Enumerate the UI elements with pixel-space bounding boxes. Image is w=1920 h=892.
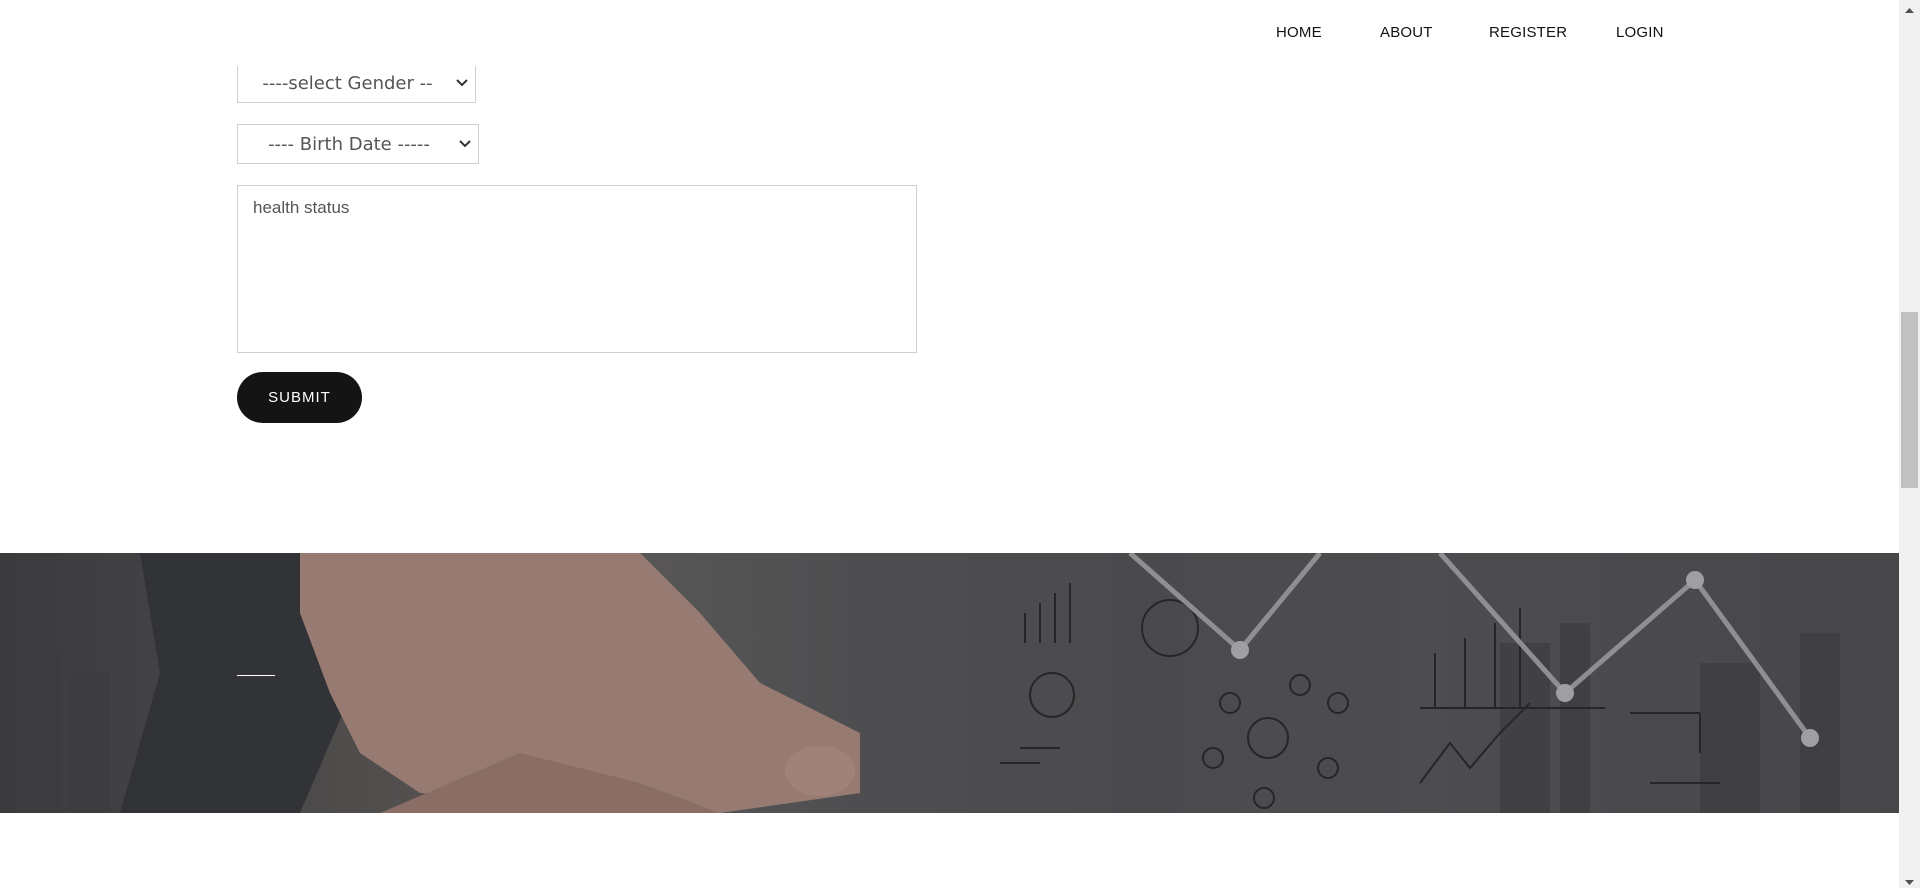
nav-register-link[interactable]: REGISTER xyxy=(1489,24,1567,41)
gender-select[interactable]: ----select Gender -- xyxy=(237,63,476,103)
chevron-down-icon xyxy=(452,140,478,148)
scroll-up-arrow-icon[interactable] xyxy=(1903,3,1916,13)
top-navbar: HOME ABOUT REGISTER LOGIN xyxy=(0,0,1899,66)
health-status-placeholder: health status xyxy=(253,198,350,217)
banner-illustration xyxy=(0,553,1899,813)
birthdate-select-value: ---- Birth Date ----- xyxy=(268,133,430,155)
birthdate-select[interactable]: ---- Birth Date ----- xyxy=(237,124,479,164)
chevron-down-icon xyxy=(449,79,475,87)
nav-login-link[interactable]: LOGIN xyxy=(1616,24,1664,41)
banner-divider-line xyxy=(237,675,275,676)
nav-home-link[interactable]: HOME xyxy=(1276,24,1322,41)
hero-banner-image xyxy=(0,553,1899,813)
gender-select-value: ----select Gender -- xyxy=(262,72,433,94)
nav-about-link[interactable]: ABOUT xyxy=(1380,24,1433,41)
submit-button[interactable]: SUBMIT xyxy=(237,372,362,423)
scroll-down-arrow-icon[interactable] xyxy=(1903,874,1916,885)
scrollbar-thumb[interactable] xyxy=(1901,312,1918,488)
health-status-textarea[interactable]: health status xyxy=(237,185,917,353)
